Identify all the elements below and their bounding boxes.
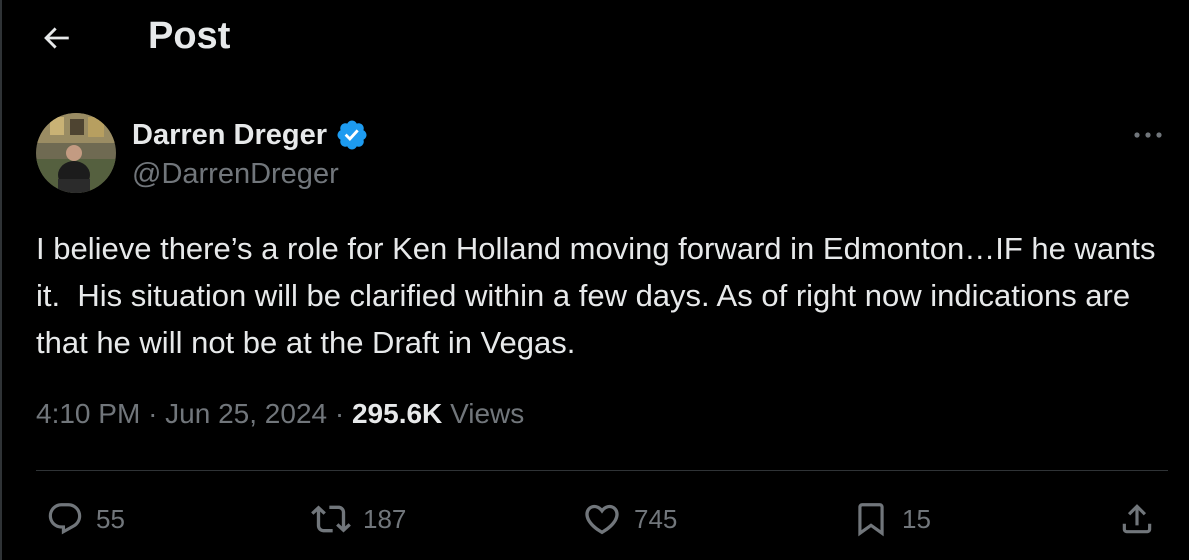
action-bar: 55 187 745 15 — [0, 493, 1189, 545]
post-date[interactable]: Jun 25, 2024 — [165, 398, 327, 430]
bookmark-button[interactable]: 15 — [852, 493, 931, 545]
author-name-row: Darren Dreger — [132, 116, 369, 154]
verified-badge-icon[interactable] — [335, 118, 369, 152]
bookmark-icon — [858, 503, 884, 537]
repost-count: 187 — [363, 503, 407, 534]
back-button[interactable] — [36, 18, 76, 58]
repost-icon — [311, 505, 351, 533]
share-icon — [1122, 504, 1152, 534]
author-handle[interactable]: @DarrenDreger — [132, 158, 369, 191]
views-label: Views — [450, 398, 525, 429]
post-time[interactable]: 4:10 PM — [36, 398, 140, 430]
reply-button[interactable]: 55 — [46, 493, 125, 545]
avatar-image — [36, 113, 116, 193]
post-meta: 4:10 PM · Jun 25, 2024 · 295.6K Views — [36, 398, 524, 430]
like-button[interactable]: 745 — [582, 493, 677, 545]
arrow-left-icon — [44, 27, 69, 49]
author-block: Darren Dreger @DarrenDreger — [132, 116, 369, 191]
page-header: Post — [0, 0, 1189, 78]
author-display-name[interactable]: Darren Dreger — [132, 119, 327, 152]
heart-icon — [585, 504, 619, 535]
share-button[interactable] — [1118, 493, 1156, 545]
views-count: 295.6K — [351, 398, 443, 429]
repost-button[interactable]: 187 — [311, 493, 406, 545]
meta-separator: · — [334, 398, 345, 429]
left-border — [0, 0, 2, 560]
post-text: I believe there’s a role for Ken Holland… — [36, 231, 1165, 360]
views-spacer — [442, 398, 450, 430]
meta-separator: · — [148, 398, 158, 429]
like-count: 745 — [634, 503, 678, 534]
more-options-button[interactable] — [1128, 118, 1168, 152]
reply-count: 55 — [96, 503, 125, 534]
divider — [36, 470, 1168, 471]
more-dots-icon — [1134, 132, 1162, 138]
page-title: Post — [148, 15, 231, 57]
bookmark-count: 15 — [902, 503, 931, 534]
avatar[interactable] — [36, 113, 116, 193]
reply-icon — [48, 503, 82, 535]
